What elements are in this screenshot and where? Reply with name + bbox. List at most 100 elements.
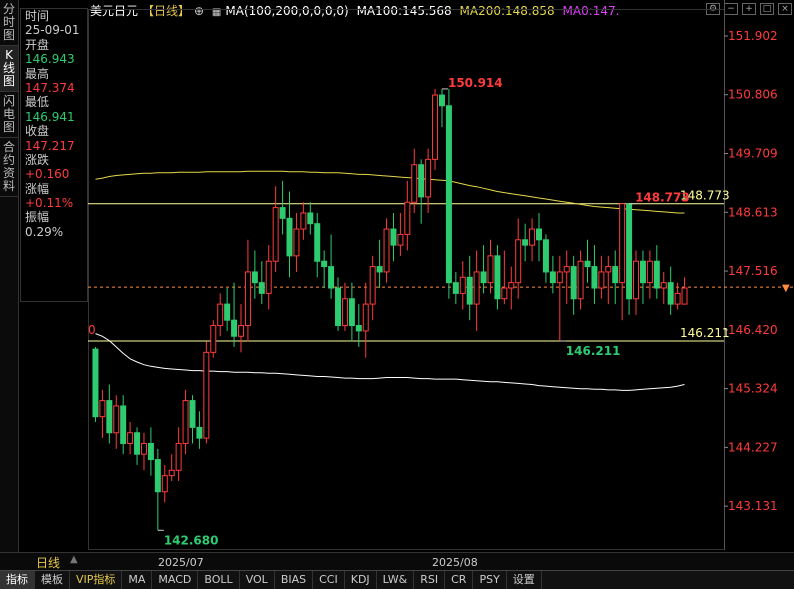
tab-ma[interactable]: MA xyxy=(122,571,152,589)
candle-body xyxy=(100,401,105,417)
candle-body xyxy=(273,208,278,262)
pct-value: +0.11% xyxy=(21,196,87,210)
candle-body xyxy=(218,304,223,325)
tab-macd[interactable]: MACD xyxy=(152,571,198,589)
candle-body xyxy=(370,267,375,305)
y-tick-label: 150.806 xyxy=(728,88,778,102)
y-tick-label: 149.709 xyxy=(728,147,778,161)
candle-body xyxy=(107,401,112,433)
tab-psy[interactable]: PSY xyxy=(473,571,506,589)
left-tick-label: 146.420 xyxy=(88,323,96,337)
candle-body xyxy=(509,283,514,288)
low-label: 最低 xyxy=(21,95,87,109)
ohlc-info-panel: 时间 25-09-01 开盘 146.943 最高 147.374 最低 146… xyxy=(20,8,88,302)
candle-body xyxy=(599,272,604,288)
extreme-label: 142.680 xyxy=(164,533,219,547)
candle-body xyxy=(349,299,354,326)
candle-body xyxy=(640,261,645,282)
candle-body xyxy=(183,401,188,444)
candle-body xyxy=(342,299,347,326)
candle-body xyxy=(634,261,639,299)
candle-body xyxy=(426,159,431,197)
tab-contract-info[interactable]: 合约资料 xyxy=(0,138,18,197)
candle-body xyxy=(162,476,167,492)
candle-body xyxy=(114,406,119,433)
candle-body xyxy=(592,267,597,288)
tab-cr[interactable]: CR xyxy=(445,571,473,589)
tab-indicator[interactable]: 指标 xyxy=(0,571,35,589)
open-value: 146.943 xyxy=(21,52,87,66)
tab-settings[interactable]: 设置 xyxy=(507,571,542,589)
candle-body xyxy=(259,283,264,294)
candle-body xyxy=(647,261,652,282)
candle-body xyxy=(571,267,576,299)
candle-body xyxy=(474,272,479,304)
candle-body xyxy=(675,293,680,304)
candle-body xyxy=(433,95,438,159)
tab-cci[interactable]: CCI xyxy=(313,571,345,589)
period-label[interactable]: 日线 xyxy=(36,554,60,571)
change-value: +0.160 xyxy=(21,167,87,181)
close-value: 147.217 xyxy=(21,139,87,153)
ma200-line xyxy=(96,171,685,213)
candle-body xyxy=(467,277,472,304)
low-value: 146.941 xyxy=(21,110,87,124)
candle-body xyxy=(148,443,153,459)
candle-body xyxy=(460,277,465,293)
candle-body xyxy=(322,261,327,266)
candle-body xyxy=(363,304,368,331)
candle-body xyxy=(661,283,666,288)
candle-body xyxy=(627,204,632,299)
month-label: 2025/08 xyxy=(432,556,478,569)
tab-timeshare[interactable]: 分时图 xyxy=(0,0,18,46)
candle-body xyxy=(439,95,444,106)
extreme-label: 148.773 xyxy=(635,191,690,205)
tab-kline[interactable]: K线图 xyxy=(0,46,18,92)
candle-body xyxy=(398,234,403,245)
candle-body xyxy=(266,261,271,293)
period-arrow-icon[interactable]: ▲ xyxy=(70,554,78,565)
y-tick-label: 151.902 xyxy=(728,29,778,43)
candle-body xyxy=(169,470,174,475)
candle-body xyxy=(308,213,313,224)
candle-body xyxy=(135,433,140,454)
close-label: 收盘 xyxy=(21,124,87,138)
tab-lw[interactable]: LW& xyxy=(377,571,415,589)
tab-rsi[interactable]: RSI xyxy=(414,571,445,589)
ma100-line xyxy=(96,334,685,391)
candle-body xyxy=(613,267,618,283)
tab-bias[interactable]: BIAS xyxy=(275,571,313,589)
candle-body xyxy=(287,218,292,256)
candle-body xyxy=(453,283,458,294)
time-label: 时间 xyxy=(21,9,87,23)
candle-body xyxy=(384,229,389,272)
candle-body xyxy=(405,202,410,234)
candle-body xyxy=(516,240,521,283)
tab-vol[interactable]: VOL xyxy=(240,571,275,589)
candle-body xyxy=(356,326,361,331)
y-tick-label: 147.516 xyxy=(728,264,778,278)
high-label: 最高 xyxy=(21,67,87,81)
candle-body xyxy=(121,406,126,444)
amp-label: 振幅 xyxy=(21,210,87,224)
change-label: 涨跌 xyxy=(21,153,87,167)
candle-body xyxy=(654,261,659,288)
candle-body xyxy=(190,401,195,428)
candle-body xyxy=(155,460,160,492)
tab-kdj[interactable]: KDJ xyxy=(345,571,377,589)
tab-template[interactable]: 模板 xyxy=(35,571,70,589)
candle-body xyxy=(239,326,244,337)
amp-value: 0.29% xyxy=(21,225,87,239)
y-tick-label: 144.227 xyxy=(728,440,778,454)
candle-body xyxy=(523,240,528,245)
y-tick-label: 146.420 xyxy=(728,323,778,337)
hline-label: 146.211 xyxy=(680,326,730,340)
tab-vip-indicator[interactable]: VIP指标 xyxy=(70,571,122,589)
candle-body xyxy=(530,229,535,245)
tab-flash-chart[interactable]: 闪电图 xyxy=(0,92,18,138)
candle-body xyxy=(557,272,562,283)
tab-boll[interactable]: BOLL xyxy=(198,571,239,589)
candle-body xyxy=(495,256,500,299)
kline-chart[interactable]: 151.902150.806149.709148.613147.516146.4… xyxy=(88,0,794,550)
candle-body xyxy=(280,208,285,219)
